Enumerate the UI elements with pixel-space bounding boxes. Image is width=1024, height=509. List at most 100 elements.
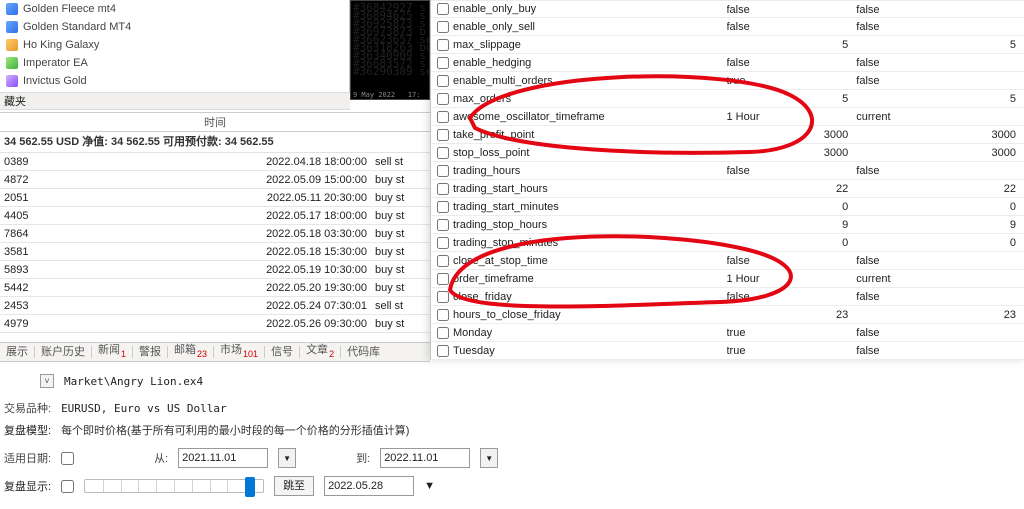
param-opt-checkbox[interactable] (437, 291, 449, 303)
param-opt-checkbox[interactable] (437, 111, 449, 123)
param-opt-checkbox[interactable] (437, 129, 449, 141)
param-value[interactable]: true (727, 324, 857, 341)
history-row[interactable]: 58932022.05.19 10:30:00buy st (0, 261, 430, 279)
param-row[interactable]: trading_start_minutes00 (431, 198, 1024, 216)
param-opt-checkbox[interactable] (437, 345, 449, 357)
slider-thumb[interactable] (245, 477, 255, 497)
param-row[interactable]: Tuesdaytruefalse (431, 342, 1024, 360)
ea-tree-item[interactable]: Golden Fleece mt4 (0, 0, 349, 18)
param-opt-checkbox[interactable] (437, 21, 449, 33)
skip-date-input[interactable]: 2022.05.28 (324, 476, 414, 496)
history-row[interactable]: 03892022.04.18 18:00:00sell st (0, 153, 430, 171)
param-opt-checkbox[interactable] (437, 201, 449, 213)
param-value[interactable]: 0 (727, 234, 857, 251)
symbol-value[interactable]: EURUSD, Euro vs US Dollar (61, 402, 227, 415)
to-date-dropdown[interactable]: ▼ (480, 448, 498, 468)
param-value-2[interactable]: 9 (856, 216, 1024, 233)
param-value-2[interactable]: 5 (856, 36, 1024, 53)
history-row[interactable]: 49792022.05.26 09:30:00buy st (0, 315, 430, 333)
param-opt-checkbox[interactable] (437, 75, 449, 87)
chevron-down-icon[interactable]: ˅ (40, 374, 54, 388)
param-value-2[interactable]: false (856, 162, 1024, 179)
to-date-input[interactable]: 2022.11.01 (380, 448, 470, 468)
model-value[interactable]: 每个即时价格(基于所有可利用的最小时段的每一个价格的分形插值计算) (61, 422, 409, 438)
param-value[interactable]: 0 (727, 198, 857, 215)
param-value[interactable]: false (727, 252, 857, 269)
history-row[interactable]: 24532022.05.24 07:30:01sell st (0, 297, 430, 315)
from-date-input[interactable]: 2021.11.01 (178, 448, 268, 468)
history-row[interactable]: 35812022.05.18 15:30:00buy st (0, 243, 430, 261)
ea-tree-item[interactable]: Golden Standard MT4 (0, 18, 349, 36)
param-value-2[interactable]: false (856, 252, 1024, 269)
render-checkbox[interactable] (61, 480, 74, 493)
use-date-checkbox[interactable] (61, 452, 74, 465)
param-row[interactable]: hours_to_close_friday2323 (431, 306, 1024, 324)
param-value-2[interactable]: false (856, 54, 1024, 71)
param-row[interactable]: enable_only_buyfalsefalse (431, 0, 1024, 18)
param-value[interactable]: 1 Hour (727, 270, 857, 287)
param-opt-checkbox[interactable] (437, 273, 449, 285)
param-value-2[interactable]: 0 (856, 198, 1024, 215)
terminal-tab[interactable]: 代码库 (341, 342, 386, 362)
param-row[interactable]: trading_hoursfalsefalse (431, 162, 1024, 180)
param-value-2[interactable]: false (856, 342, 1024, 359)
param-row[interactable]: trading_stop_hours99 (431, 216, 1024, 234)
history-row[interactable]: 78642022.05.18 03:30:00buy st (0, 225, 430, 243)
param-value[interactable]: true (727, 342, 857, 359)
param-opt-checkbox[interactable] (437, 165, 449, 177)
param-opt-checkbox[interactable] (437, 309, 449, 321)
param-value[interactable]: false (727, 1, 857, 17)
param-value[interactable]: 9 (727, 216, 857, 233)
param-row[interactable]: trading_stop_minutes00 (431, 234, 1024, 252)
time-column-header[interactable]: 时间 (120, 113, 310, 131)
param-value[interactable]: 23 (727, 306, 857, 323)
param-opt-checkbox[interactable] (437, 147, 449, 159)
param-value-2[interactable]: 5 (856, 90, 1024, 107)
terminal-tab[interactable]: 警报 (133, 342, 167, 362)
history-row[interactable]: 48722022.05.09 15:00:00buy st (0, 171, 430, 189)
param-value-2[interactable]: current (856, 108, 1024, 125)
param-opt-checkbox[interactable] (437, 327, 449, 339)
terminal-tab[interactable]: 信号 (265, 342, 299, 362)
mini-chart[interactable]: #36842927 s #36894625 s #36925873 s #369… (350, 0, 430, 100)
ea-tree-item[interactable]: Imperator EA (0, 54, 349, 72)
from-date-dropdown[interactable]: ▼ (278, 448, 296, 468)
param-value[interactable]: false (727, 162, 857, 179)
ea-tree-item[interactable]: Ho King Galaxy (0, 36, 349, 54)
history-row[interactable]: 54422022.05.20 19:30:00buy st (0, 279, 430, 297)
history-row[interactable]: 20512022.05.11 20:30:00buy st (0, 189, 430, 207)
speed-slider[interactable] (84, 479, 264, 493)
ea-tree-item[interactable]: Invictus Gold (0, 72, 349, 90)
param-value-2[interactable]: false (856, 18, 1024, 35)
param-row[interactable]: trading_start_hours2222 (431, 180, 1024, 198)
terminal-tab[interactable]: 展示 (0, 342, 34, 362)
param-value[interactable]: false (727, 54, 857, 71)
ea-file-path[interactable]: Market\Angry Lion.ex4 (64, 375, 203, 388)
param-row[interactable]: stop_loss_point30003000 (431, 144, 1024, 162)
terminal-tab[interactable]: 账户历史 (35, 342, 91, 362)
param-opt-checkbox[interactable] (437, 57, 449, 69)
terminal-tab[interactable]: 文章2 (300, 340, 340, 363)
param-row[interactable]: enable_only_sellfalsefalse (431, 18, 1024, 36)
terminal-tab[interactable]: 市场101 (214, 340, 264, 363)
param-row[interactable]: close_at_stop_timefalsefalse (431, 252, 1024, 270)
param-value-2[interactable]: 3000 (856, 144, 1024, 161)
param-row[interactable]: max_slippage55 (431, 36, 1024, 54)
skip-button[interactable]: 跳至 (274, 476, 314, 496)
param-value[interactable]: true (727, 72, 857, 89)
param-opt-checkbox[interactable] (437, 219, 449, 231)
history-row[interactable]: 44052022.05.17 18:00:00buy st (0, 207, 430, 225)
param-row[interactable]: close_fridayfalsefalse (431, 288, 1024, 306)
param-row[interactable]: order_timeframe1 Hourcurrent (431, 270, 1024, 288)
param-value[interactable]: 3000 (727, 126, 857, 143)
terminal-tab[interactable]: 新闻1 (92, 340, 132, 363)
param-opt-checkbox[interactable] (437, 3, 449, 15)
param-row[interactable]: Mondaytruefalse (431, 324, 1024, 342)
param-opt-checkbox[interactable] (437, 183, 449, 195)
param-row[interactable]: enable_multi_orderstruefalse (431, 72, 1024, 90)
param-value[interactable]: false (727, 288, 857, 305)
param-value[interactable]: 22 (727, 180, 857, 197)
param-row[interactable]: max_orders55 (431, 90, 1024, 108)
param-value[interactable]: 5 (727, 36, 857, 53)
param-value[interactable]: 1 Hour (727, 108, 857, 125)
